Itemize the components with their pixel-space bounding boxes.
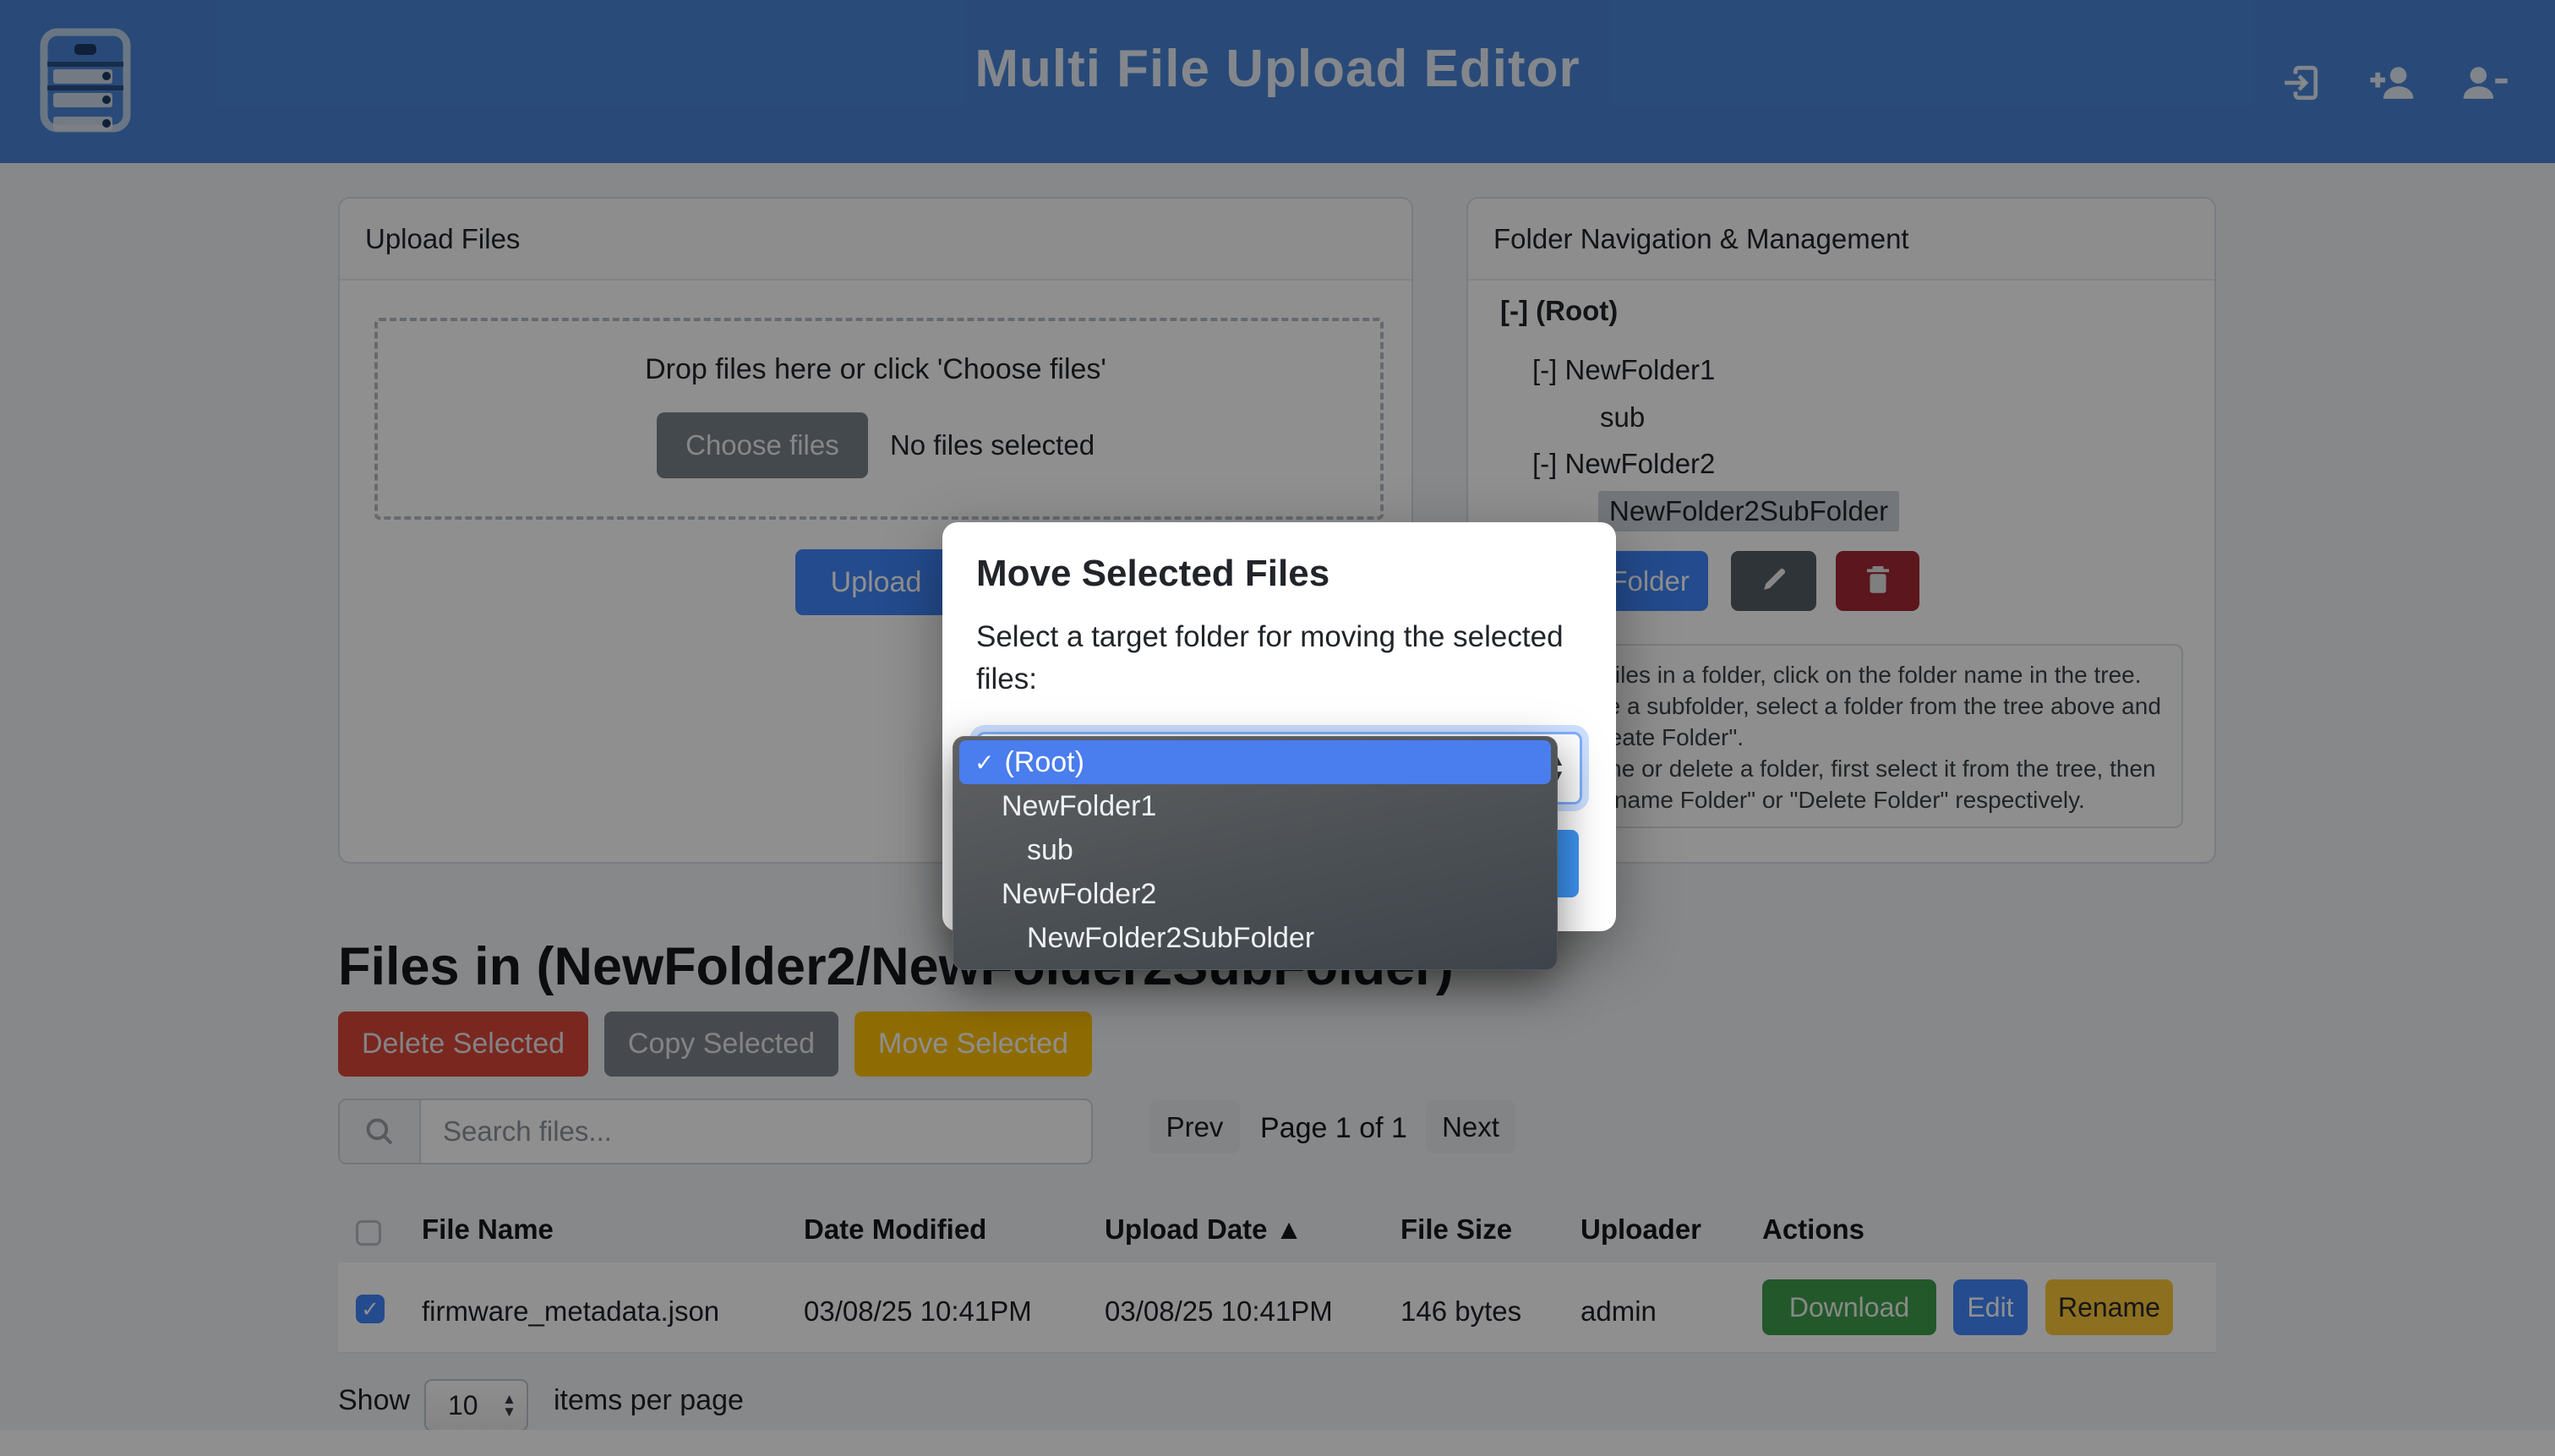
dropdown-option-root-selected[interactable]: ✓ (Root) bbox=[959, 740, 1551, 784]
modal-title: Move Selected Files bbox=[976, 553, 1329, 595]
modal-body-text: files: bbox=[976, 663, 1037, 696]
page: Multi File Upload Editor Upload Files bbox=[0, 0, 2555, 1456]
modal-body-text: Select a target folder for moving the se… bbox=[976, 620, 1564, 654]
dropdown-option-newfolder1[interactable]: NewFolder1 bbox=[959, 784, 1551, 828]
checkmark-icon: ✓ bbox=[975, 749, 994, 777]
folder-select-dropdown: ✓ (Root) NewFolder1 sub NewFolder2 NewFo… bbox=[953, 736, 1558, 970]
dropdown-option-sub[interactable]: sub bbox=[959, 828, 1551, 872]
dropdown-option-newfolder2[interactable]: NewFolder2 bbox=[959, 872, 1551, 916]
dropdown-option-newfolder2subfolder[interactable]: NewFolder2SubFolder bbox=[959, 916, 1551, 960]
